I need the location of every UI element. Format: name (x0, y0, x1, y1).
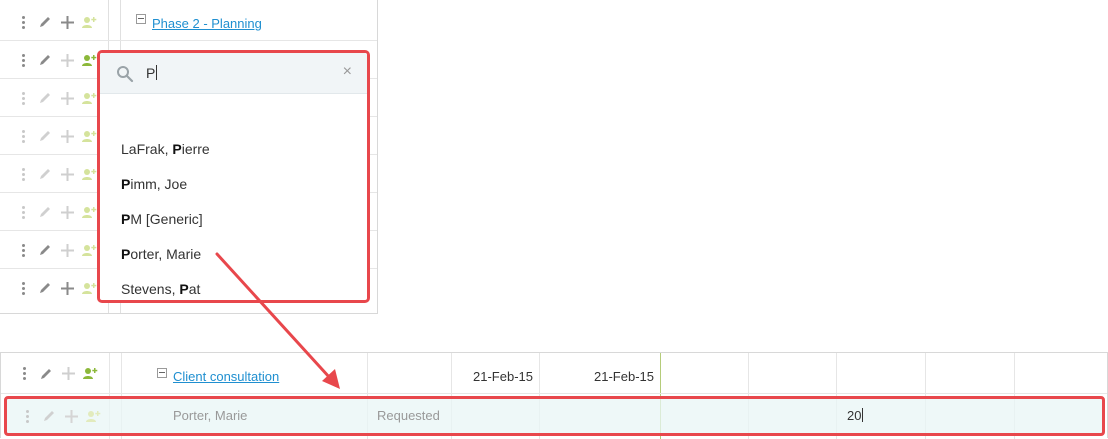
list-item[interactable]: Porter, Marie (121, 246, 201, 262)
add-icon[interactable] (56, 164, 78, 184)
add-icon[interactable] (56, 126, 78, 146)
add-icon[interactable] (60, 406, 82, 426)
edit-icon[interactable] (34, 12, 56, 32)
list-item[interactable]: Pimm, Joe (121, 176, 187, 192)
table-row: Phase 2 - Planning (0, 3, 377, 41)
edit-icon[interactable] (38, 406, 60, 426)
edit-icon[interactable] (34, 240, 56, 260)
add-icon[interactable] (56, 202, 78, 222)
resource-grid-bottom: Client consultation 21-Feb-15 21-Feb-15 … (0, 352, 1108, 439)
clear-search-icon[interactable]: × (343, 63, 352, 81)
hours-input[interactable]: 20 (847, 408, 864, 423)
drag-handle-icon[interactable] (12, 12, 34, 32)
list-item[interactable]: Stevens, Pat (121, 281, 200, 297)
request-status: Requested (377, 408, 440, 423)
resource-search-dropdown: P × LaFrak, Pierre Pimm, Joe PM [Generic… (97, 50, 370, 303)
assigned-resource-name: Porter, Marie (173, 408, 248, 423)
edit-icon[interactable] (35, 364, 57, 384)
drag-handle-icon[interactable] (12, 278, 34, 298)
list-item[interactable]: LaFrak, Pierre (121, 141, 210, 157)
add-icon[interactable] (56, 88, 78, 108)
add-icon[interactable] (56, 278, 78, 298)
search-icon (116, 65, 134, 86)
search-input[interactable]: P (146, 65, 158, 81)
edit-icon[interactable] (34, 126, 56, 146)
drag-handle-icon[interactable] (13, 364, 35, 384)
phase-link[interactable]: Phase 2 - Planning (152, 16, 262, 31)
add-icon[interactable] (56, 50, 78, 70)
list-item[interactable]: PM [Generic] (121, 211, 203, 227)
assign-user-icon[interactable] (79, 364, 101, 384)
edit-icon[interactable] (34, 88, 56, 108)
assigned-resource-row: Porter, Marie Requested 20 (4, 396, 1105, 436)
edit-icon[interactable] (34, 50, 56, 70)
edit-icon[interactable] (34, 278, 56, 298)
end-date: 21-Feb-15 (594, 369, 654, 384)
start-date: 21-Feb-15 (473, 369, 533, 384)
table-row: Client consultation 21-Feb-15 21-Feb-15 (1, 353, 1107, 394)
drag-handle-icon[interactable] (16, 406, 38, 426)
assign-user-icon[interactable] (82, 406, 104, 426)
add-icon[interactable] (56, 12, 78, 32)
drag-handle-icon[interactable] (12, 88, 34, 108)
drag-handle-icon[interactable] (12, 240, 34, 260)
drag-handle-icon[interactable] (12, 126, 34, 146)
task-link[interactable]: Client consultation (173, 369, 279, 384)
assign-user-icon[interactable] (78, 12, 100, 32)
drag-handle-icon[interactable] (12, 164, 34, 184)
drag-handle-icon[interactable] (12, 50, 34, 70)
search-bar[interactable]: P × (100, 53, 367, 94)
collapse-toggle[interactable] (136, 14, 146, 24)
edit-icon[interactable] (34, 164, 56, 184)
collapse-toggle[interactable] (157, 368, 167, 378)
add-icon[interactable] (56, 240, 78, 260)
add-icon[interactable] (57, 364, 79, 384)
drag-handle-icon[interactable] (12, 202, 34, 222)
edit-icon[interactable] (34, 202, 56, 222)
